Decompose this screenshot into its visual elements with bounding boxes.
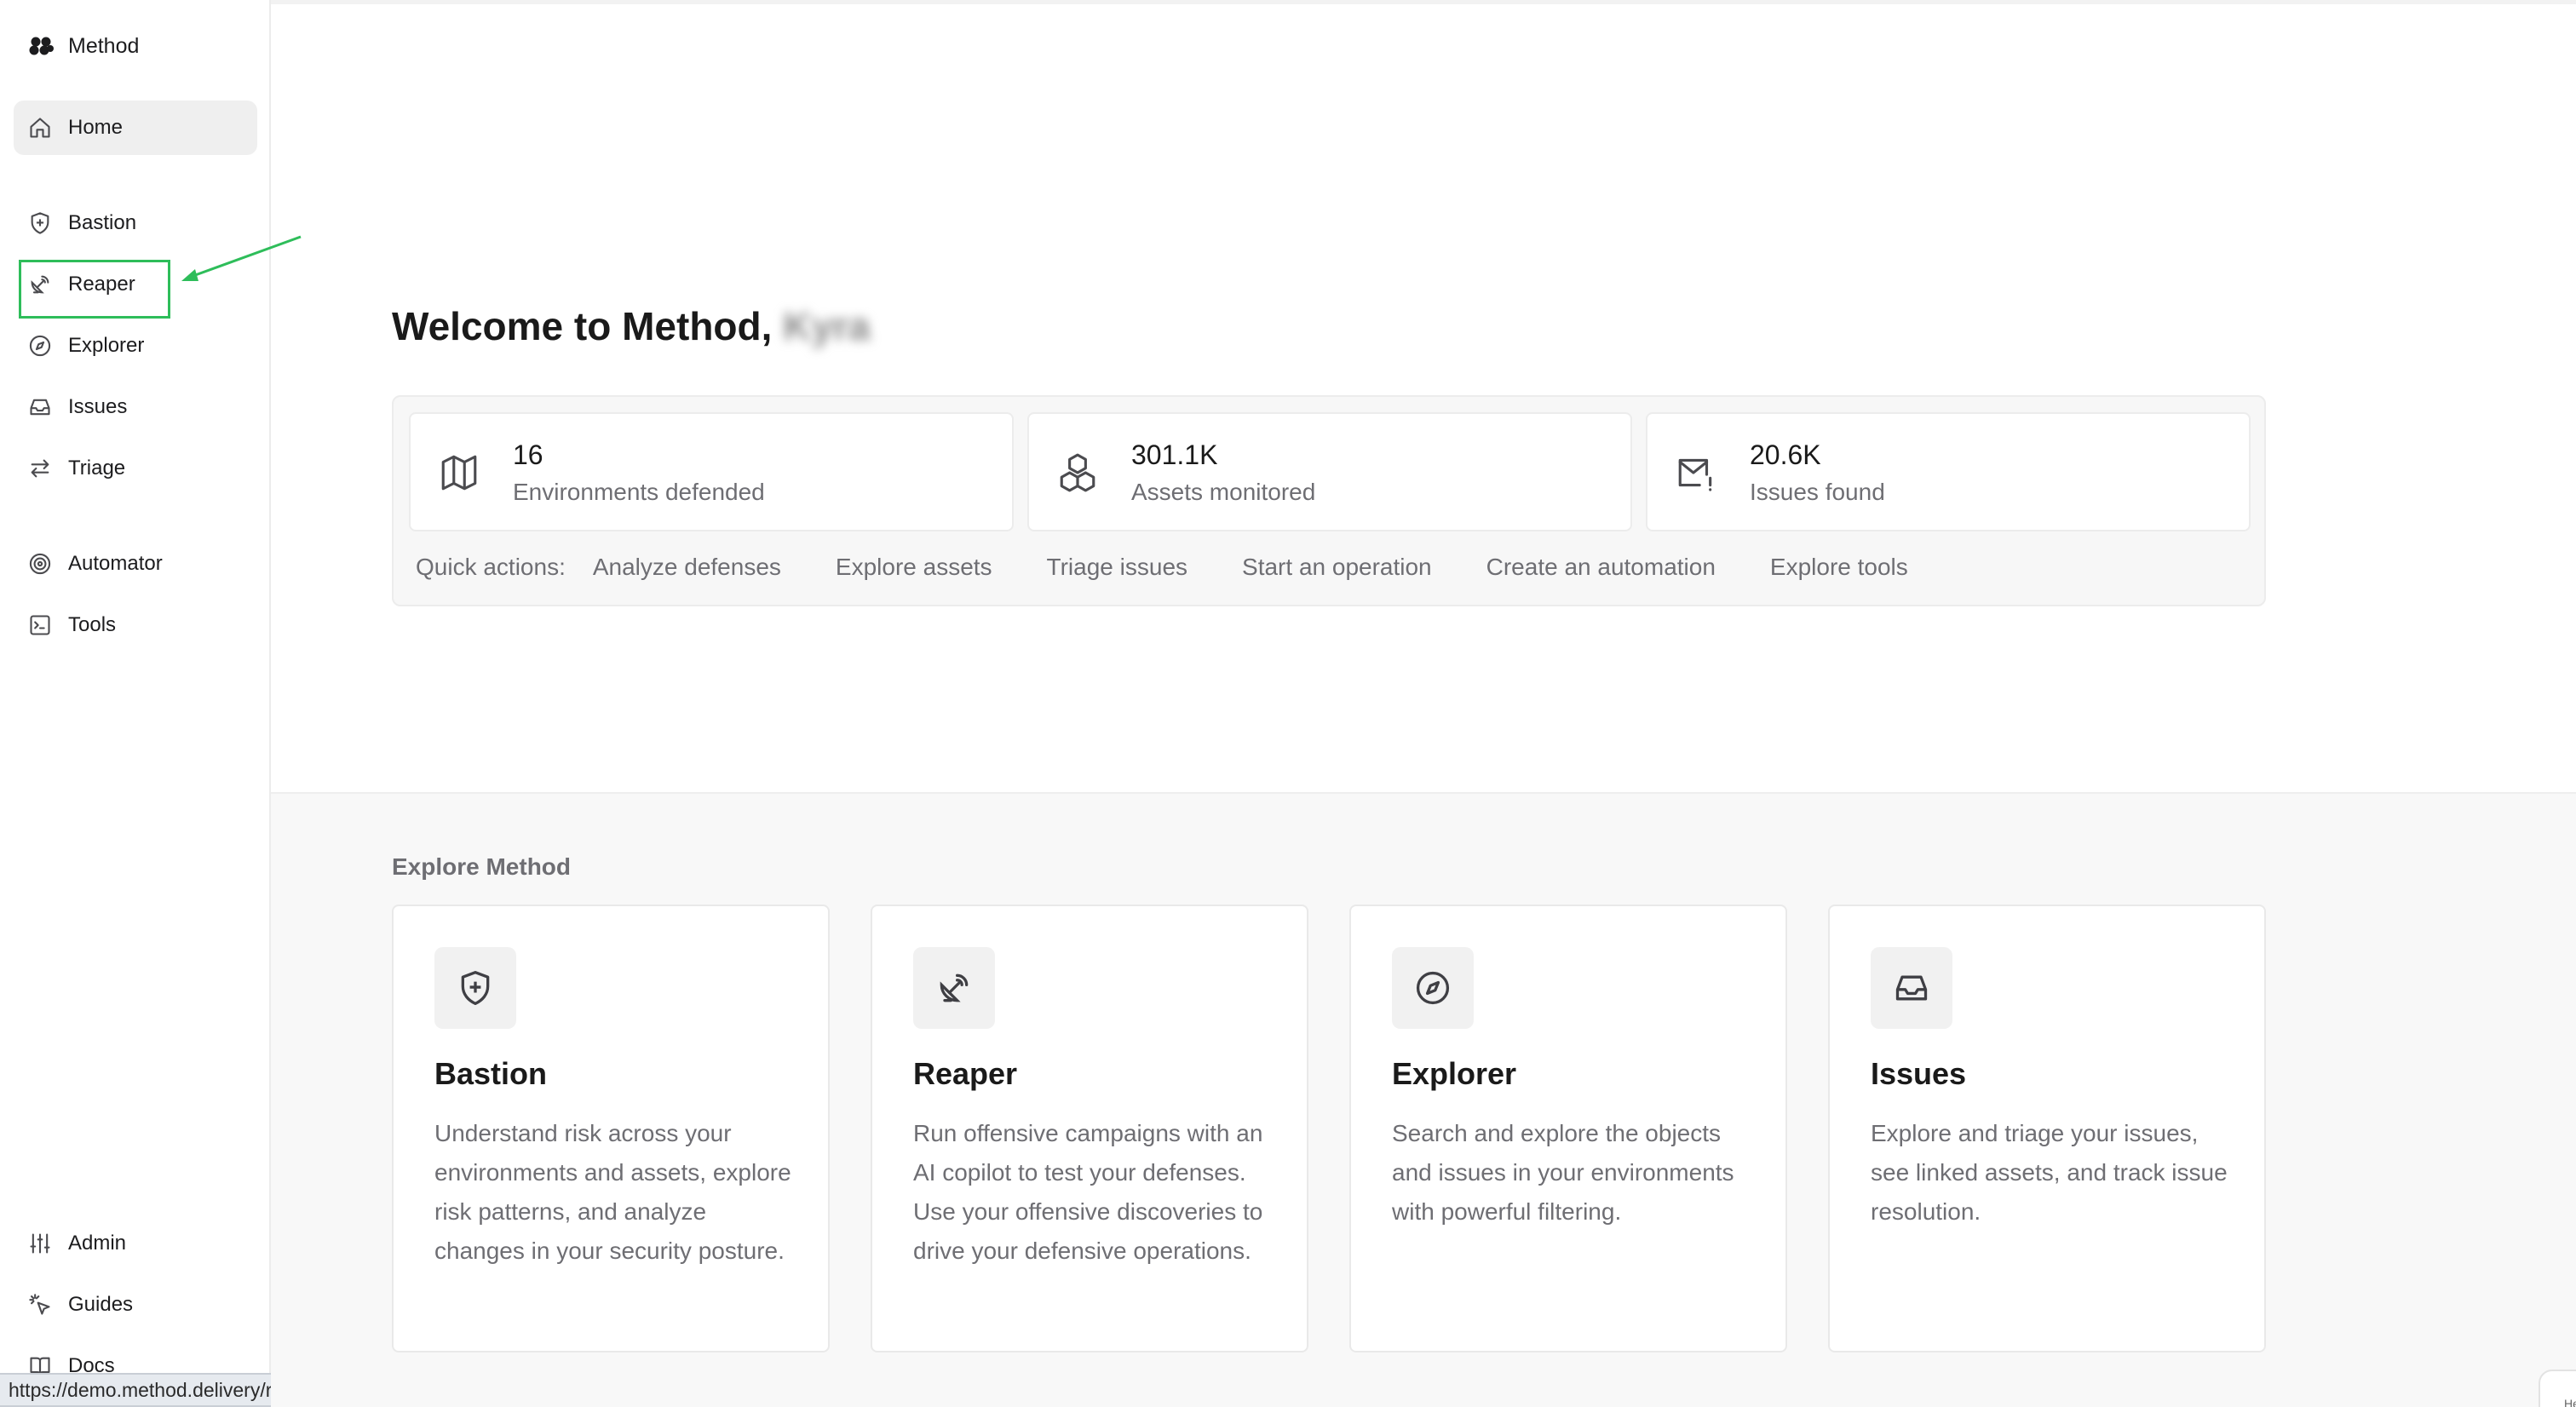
inbox-icon xyxy=(1871,947,1952,1029)
sidebar-item-label: Guides xyxy=(68,1293,134,1316)
feature-card-description: Search and explore the objects and issue… xyxy=(1392,1120,1734,1225)
home-icon xyxy=(27,115,53,141)
map-icon xyxy=(438,451,480,494)
sidebar-item-label: Automator xyxy=(68,552,163,575)
quick-action-triage-issues[interactable]: Triage issues xyxy=(1047,554,1187,581)
boxes-icon xyxy=(1056,451,1099,494)
satellite-dish-icon xyxy=(27,272,53,297)
sidebar-item-guides[interactable]: Guides xyxy=(14,1278,257,1332)
stat-label: Environments defended xyxy=(513,479,765,505)
sidebar-item-issues[interactable]: Issues xyxy=(14,380,257,434)
compass-icon xyxy=(1392,947,1474,1029)
sidebar-item-tools[interactable]: Tools xyxy=(14,598,257,652)
page-title: Welcome to Method, Kyra xyxy=(392,303,870,349)
sidebar-item-home[interactable]: Home xyxy=(14,100,257,155)
help-widget[interactable]: He xyxy=(2539,1370,2576,1407)
inbox-icon xyxy=(27,394,53,420)
sidebar-item-label: Triage xyxy=(68,457,126,480)
satellite-dish-icon xyxy=(913,947,995,1029)
feature-card-description: Run offensive campaigns with an AI copil… xyxy=(913,1120,1263,1264)
stat-value: 20.6K xyxy=(1750,439,1821,470)
sidebar-item-automator[interactable]: Automator xyxy=(14,537,257,591)
quick-actions: Quick actions: Analyze defenses Explore … xyxy=(416,554,1963,581)
quick-action-explore-assets[interactable]: Explore assets xyxy=(836,554,992,581)
feature-card-bastion[interactable]: Bastion Understand risk across your envi… xyxy=(392,904,830,1352)
feature-card-issues[interactable]: Issues Explore and triage your issues, s… xyxy=(1828,904,2266,1352)
sidebar-item-label: Bastion xyxy=(68,211,137,234)
feature-card-title: Bastion xyxy=(434,1056,548,1091)
quick-actions-label: Quick actions: xyxy=(416,554,566,580)
quick-action-create-automation[interactable]: Create an automation xyxy=(1486,554,1716,581)
quick-action-explore-tools[interactable]: Explore tools xyxy=(1770,554,1908,581)
brand-name: Method xyxy=(68,33,140,58)
stat-label: Assets monitored xyxy=(1131,479,1316,505)
sidebar-item-label: Home xyxy=(68,116,124,139)
quick-action-analyze-defenses[interactable]: Analyze defenses xyxy=(593,554,781,581)
feature-card-description: Understand risk across your environments… xyxy=(434,1120,791,1264)
stat-value: 16 xyxy=(513,439,543,470)
stat-value: 301.1K xyxy=(1131,439,1218,470)
radar-icon xyxy=(27,551,53,577)
shield-plus-icon xyxy=(434,947,516,1029)
sidebar: Method Home Bastion Reaper Explorer Issu… xyxy=(0,0,271,1407)
feature-card-title: Reaper xyxy=(913,1056,1018,1091)
sidebar-item-label: Issues xyxy=(68,395,128,418)
sidebar-item-triage[interactable]: Triage xyxy=(14,441,257,496)
sliders-icon xyxy=(27,1231,53,1256)
quick-action-start-operation[interactable]: Start an operation xyxy=(1242,554,1432,581)
sidebar-item-label: Tools xyxy=(68,613,117,636)
shield-plus-icon xyxy=(27,210,53,236)
sidebar-item-label: Explorer xyxy=(68,334,145,357)
stat-label: Issues found xyxy=(1750,479,1885,505)
welcome-text: Welcome to Method, xyxy=(392,304,773,348)
sidebar-item-admin[interactable]: Admin xyxy=(14,1216,257,1271)
user-name: Kyra xyxy=(783,304,871,348)
stat-card-issues: 20.6K Issues found xyxy=(1646,412,2251,531)
top-divider xyxy=(271,0,2576,4)
feature-card-title: Issues xyxy=(1871,1056,1967,1091)
feature-card-explorer[interactable]: Explorer Search and explore the objects … xyxy=(1349,904,1787,1352)
feature-card-reaper[interactable]: Reaper Run offensive campaigns with an A… xyxy=(871,904,1308,1352)
method-logo-icon xyxy=(29,37,54,55)
explore-section-title: Explore Method xyxy=(392,853,572,880)
compass-icon xyxy=(27,333,53,359)
terminal-square-icon xyxy=(27,612,53,638)
sidebar-item-explorer[interactable]: Explorer xyxy=(14,319,257,373)
stats-panel: 16 Environments defended 301.1K Assets m… xyxy=(392,395,2266,606)
stat-card-assets: 301.1K Assets monitored xyxy=(1027,412,1632,531)
sidebar-item-label: Reaper xyxy=(68,273,135,296)
mail-alert-icon xyxy=(1675,451,1717,494)
sidebar-item-label: Admin xyxy=(68,1232,127,1255)
feature-card-description: Explore and triage your issues, see link… xyxy=(1871,1120,2228,1225)
feature-card-title: Explorer xyxy=(1392,1056,1517,1091)
stat-card-environments: 16 Environments defended xyxy=(409,412,1014,531)
sparkle-pointer-icon xyxy=(27,1292,53,1318)
explore-section: Explore Method Bastion Understand risk a… xyxy=(271,792,2576,1407)
arrows-left-right-icon xyxy=(27,456,53,481)
brand[interactable]: Method xyxy=(27,32,139,60)
annotation-arrow xyxy=(181,235,302,281)
